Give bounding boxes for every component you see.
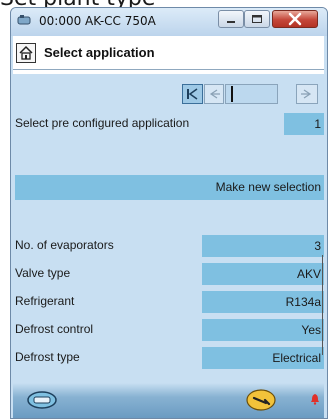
row-label: Defrost type <box>15 350 80 364</box>
divider <box>13 69 324 70</box>
maximize-button[interactable] <box>244 10 270 28</box>
scroll-marker <box>322 255 323 355</box>
row-value[interactable]: Yes <box>202 319 324 341</box>
alarm-bell-icon[interactable] <box>310 393 320 405</box>
row-value[interactable]: AKV <box>202 263 324 285</box>
screen-title: Select application <box>44 45 155 60</box>
home-icon <box>19 45 33 60</box>
app-window: 00:000 AK-CC 750A Select application Sel… <box>10 7 328 419</box>
minimize-icon <box>227 21 235 23</box>
next-icon <box>301 89 312 99</box>
next-page-button[interactable] <box>296 84 318 104</box>
device-icon[interactable] <box>27 391 57 409</box>
minimize-button[interactable] <box>218 10 244 28</box>
make-new-selection-button[interactable]: Make new selection <box>15 175 324 200</box>
bottom-toolbar <box>13 383 324 418</box>
home-button[interactable] <box>16 43 36 63</box>
app-icon <box>17 15 31 25</box>
close-icon <box>288 12 302 26</box>
service-tool-icon[interactable] <box>246 389 276 411</box>
preconfig-label: Select pre configured application <box>15 116 190 130</box>
row-label: Defrost control <box>15 322 94 336</box>
text-cursor <box>231 86 233 102</box>
window-title: 00:000 AK-CC 750A <box>39 14 156 28</box>
row-value[interactable]: R134a <box>202 291 324 313</box>
row-value[interactable]: 3 <box>202 235 324 257</box>
row-label: Valve type <box>15 266 71 280</box>
title-bar[interactable]: 00:000 AK-CC 750A <box>11 8 327 36</box>
previous-page-button[interactable] <box>204 84 224 104</box>
row-value[interactable]: Electrical <box>202 347 324 369</box>
row-label: Refrigerant <box>15 294 75 308</box>
previous-icon <box>209 89 220 99</box>
maximize-icon <box>252 15 262 23</box>
preconfig-value[interactable]: 1 <box>284 113 324 135</box>
app-content: Select application Select pre configured… <box>13 36 324 418</box>
close-button[interactable] <box>272 10 318 28</box>
first-page-button[interactable] <box>182 84 203 104</box>
row-label: No. of evaporators <box>15 238 114 252</box>
first-page-icon <box>187 88 198 100</box>
